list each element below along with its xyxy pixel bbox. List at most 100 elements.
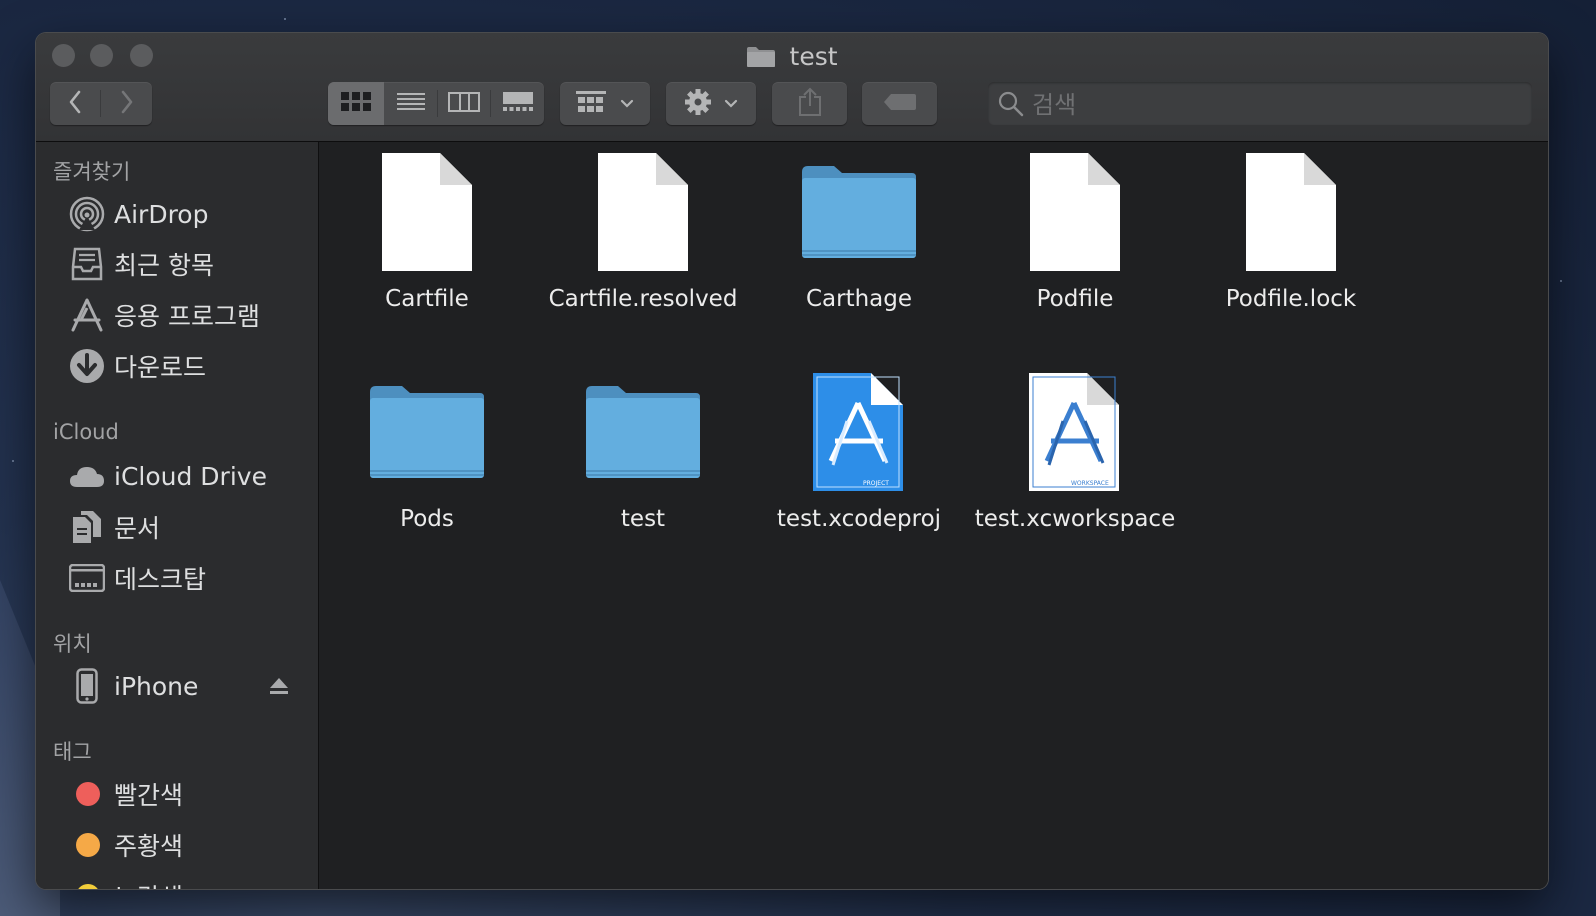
- xcodeproj-badge: PROJECT: [863, 480, 889, 487]
- file-name: Cartfile.resolved: [548, 286, 738, 312]
- group-by-button[interactable]: [560, 82, 650, 125]
- sidebar-item-desktop[interactable]: 데스크탑: [68, 556, 308, 600]
- share-icon: [798, 87, 822, 121]
- sidebar-item-label: 문서: [114, 514, 161, 543]
- folder-icon: [319, 362, 535, 502]
- applications-icon: [68, 296, 106, 334]
- sidebar-item-label: iCloud Drive: [114, 461, 267, 491]
- file-item[interactable]: Cartfile: [319, 142, 535, 342]
- sidebar-item-label: 주황색: [114, 832, 184, 861]
- desktop-star: [1560, 280, 1562, 282]
- sidebar-item-label: AirDrop: [114, 199, 209, 229]
- gallery-view-icon: [502, 91, 533, 116]
- sidebar-item-label: 최근 항목: [114, 251, 214, 280]
- eject-icon: [269, 678, 289, 699]
- sidebar-item-label: 다운로드: [114, 353, 207, 382]
- chevron-right-icon: [120, 90, 134, 118]
- folder-icon: [751, 142, 967, 282]
- nav-buttons: [50, 82, 152, 125]
- sidebar-item-label: 응용 프로그램: [114, 302, 260, 331]
- icon-view-icon: [341, 91, 371, 116]
- tag-color-dot: [76, 884, 100, 889]
- file-name: Podfile.lock: [1225, 286, 1357, 312]
- file-item[interactable]: PROJECT test.xcodeproj: [751, 362, 967, 562]
- document-icon: [1183, 142, 1399, 282]
- sidebar-item-recents[interactable]: 최근 항목: [68, 242, 308, 286]
- xcworkspace-badge: WORKSPACE: [1071, 480, 1109, 487]
- desktop-star: [284, 18, 286, 20]
- xcworkspace-icon: WORKSPACE: [967, 362, 1183, 502]
- sidebar-item-label: 빨간색: [114, 781, 184, 810]
- downloads-icon: [68, 347, 106, 385]
- sidebar-item-tag-orange[interactable]: 주황색: [68, 823, 308, 867]
- gear-icon: [684, 88, 712, 120]
- chevron-left-icon: [68, 90, 82, 118]
- sidebar-item-label: iPhone: [114, 671, 199, 701]
- document-icon: [967, 142, 1183, 282]
- search-icon: [998, 91, 1024, 121]
- column-view-button[interactable]: [438, 82, 490, 125]
- sidebar-item-applications[interactable]: 응용 프로그램: [68, 293, 308, 337]
- desktop-icon: [68, 559, 106, 597]
- file-name: test: [620, 506, 666, 532]
- search-field[interactable]: [988, 82, 1532, 127]
- sidebar: 즐겨찾기 AirDrop 최근 항목 응용 프로그램 다운로드 iCloud i…: [36, 142, 319, 889]
- desktop-star: [12, 460, 14, 462]
- tag-icon: [883, 93, 917, 115]
- sidebar-item-label: 데스크탑: [114, 565, 207, 594]
- titlebar: test: [36, 33, 1548, 142]
- file-name: Podfile: [1036, 286, 1114, 312]
- view-mode-control: [328, 82, 544, 125]
- file-name: test.xcworkspace: [974, 506, 1176, 532]
- sidebar-item-tag-yellow[interactable]: 노란색: [68, 874, 308, 889]
- document-icon: [535, 142, 751, 282]
- sidebar-item-label: 노란색: [114, 878, 183, 889]
- chevron-down-icon: [620, 94, 634, 113]
- forward-button[interactable]: [101, 82, 152, 125]
- file-item[interactable]: Cartfile.resolved: [535, 142, 751, 342]
- search-input[interactable]: [1030, 82, 1514, 127]
- gallery-view-button[interactable]: [491, 82, 544, 125]
- documents-icon: [68, 508, 106, 546]
- cloud-icon: [68, 457, 106, 495]
- share-button[interactable]: [772, 82, 847, 125]
- sidebar-item-downloads[interactable]: 다운로드: [68, 344, 308, 388]
- airdrop-icon: [68, 195, 106, 233]
- folder-icon: [746, 46, 776, 68]
- sidebar-section-locations: 위치: [53, 632, 92, 656]
- tag-button[interactable]: [862, 82, 937, 125]
- sidebar-section-icloud: iCloud: [53, 420, 119, 444]
- sidebar-section-favorites: 즐겨찾기: [53, 160, 131, 184]
- file-name: Carthage: [805, 286, 913, 312]
- file-item[interactable]: Podfile: [967, 142, 1183, 342]
- file-item[interactable]: Carthage: [751, 142, 967, 342]
- window-title: test: [36, 39, 1548, 73]
- xcodeproj-icon: PROJECT: [751, 362, 967, 502]
- file-name: Pods: [400, 506, 454, 532]
- tag-color-dot: [76, 782, 100, 806]
- file-name: Cartfile: [385, 286, 469, 312]
- sidebar-item-tag-red[interactable]: 빨간색: [68, 772, 308, 816]
- icon-view-button[interactable]: [328, 82, 384, 125]
- sidebar-item-documents[interactable]: 문서: [68, 505, 308, 549]
- file-item[interactable]: test: [535, 362, 751, 562]
- back-button[interactable]: [50, 82, 100, 125]
- column-view-icon: [448, 91, 480, 116]
- window-title-text: test: [789, 41, 838, 71]
- file-item[interactable]: Pods: [319, 362, 535, 562]
- eject-button[interactable]: [269, 677, 289, 699]
- file-item[interactable]: WORKSPACE test.xcworkspace: [967, 362, 1183, 562]
- folder-icon: [535, 362, 751, 502]
- file-name: test.xcodeproj: [776, 506, 942, 532]
- iphone-icon: [68, 667, 106, 705]
- file-grid: Cartfile Cartfile.resolved Carthage Podf…: [319, 142, 1548, 889]
- action-button[interactable]: [666, 82, 756, 125]
- sidebar-item-airdrop[interactable]: AirDrop: [68, 192, 308, 236]
- sidebar-item-icloud-drive[interactable]: iCloud Drive: [68, 454, 308, 498]
- finder-window: test 검색 즐겨찾기 AirDrop 최근 항목 응용 프로그램 다운로드 …: [36, 33, 1548, 889]
- list-view-icon: [396, 92, 425, 116]
- list-view-button[interactable]: [384, 82, 437, 125]
- sidebar-section-tags: 태그: [53, 740, 92, 764]
- file-item[interactable]: Podfile.lock: [1183, 142, 1399, 342]
- tag-color-dot: [76, 833, 100, 857]
